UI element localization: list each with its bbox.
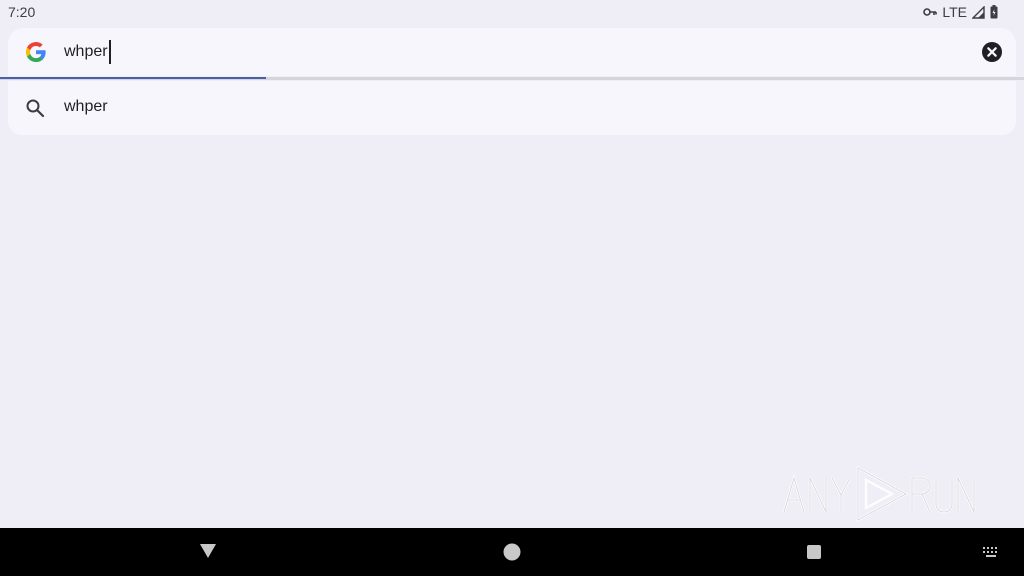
- signal-icon: [972, 5, 985, 19]
- search-input[interactable]: whper: [64, 40, 944, 64]
- navigation-bar: [0, 528, 1024, 576]
- google-g-icon: [25, 42, 46, 63]
- back-icon[interactable]: [198, 542, 218, 560]
- search-icon: [26, 99, 45, 118]
- progress-indicator: [0, 77, 267, 79]
- search-query-text: whper: [64, 43, 108, 60]
- screen: 7:20 LTE whper whper: [0, 0, 1024, 576]
- recents-icon[interactable]: [806, 544, 822, 560]
- home-icon[interactable]: [503, 543, 521, 561]
- keyboard-icon[interactable]: [982, 546, 1000, 558]
- search-bar: whper: [8, 28, 1016, 76]
- suggestion-label: whper: [64, 98, 108, 115]
- text-cursor: [108, 40, 111, 64]
- clear-circle-icon[interactable]: [982, 42, 1002, 62]
- anyrun-watermark-logo: [782, 465, 976, 523]
- network-type: LTE: [942, 4, 967, 20]
- suggestion-item[interactable]: whper: [8, 81, 1016, 135]
- progress-track: [0, 77, 1024, 80]
- vpn-key-icon: [923, 8, 938, 16]
- battery-icon: [990, 5, 998, 19]
- status-time: 7:20: [8, 4, 36, 20]
- status-icons: LTE: [923, 3, 998, 21]
